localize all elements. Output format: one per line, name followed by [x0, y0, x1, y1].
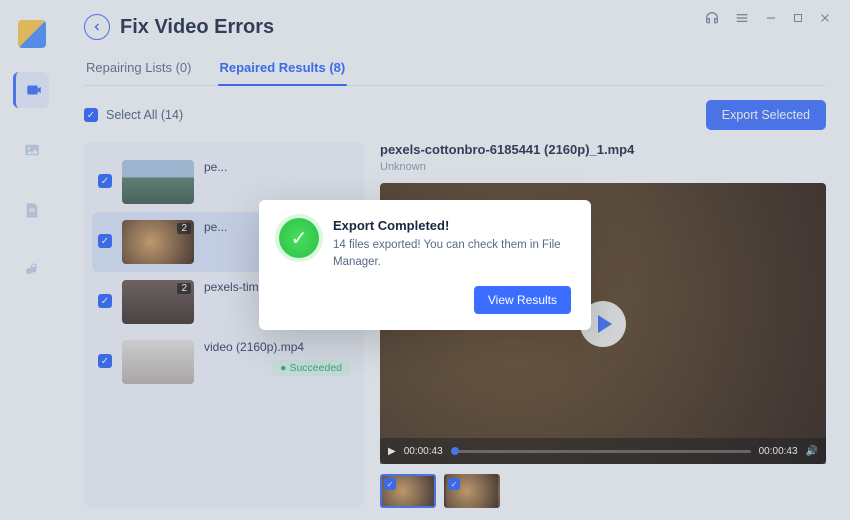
- export-complete-dialog: ✓ Export Completed! 14 files exported! Y…: [259, 200, 591, 330]
- dialog-title: Export Completed!: [333, 218, 571, 233]
- view-results-button[interactable]: View Results: [474, 286, 571, 314]
- success-check-icon: ✓: [279, 218, 319, 258]
- modal-overlay[interactable]: ✓ Export Completed! 14 files exported! Y…: [0, 0, 850, 520]
- dialog-message: 14 files exported! You can check them in…: [333, 237, 571, 272]
